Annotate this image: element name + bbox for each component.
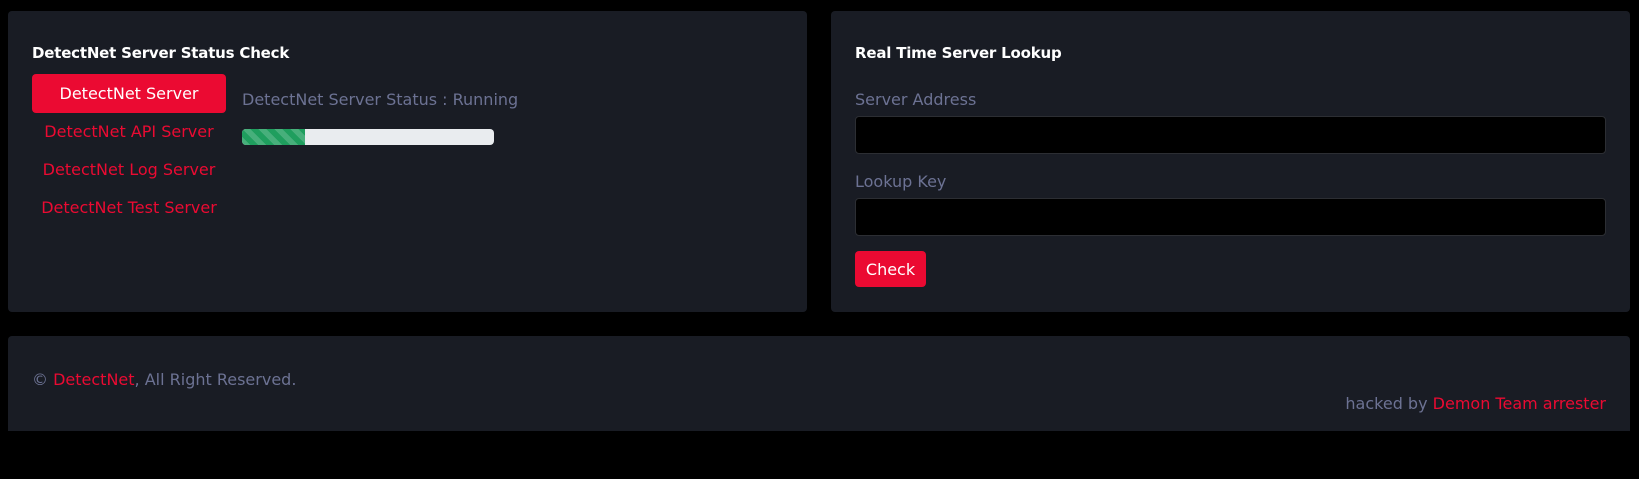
server-address-input[interactable] (855, 116, 1606, 154)
lookup-key-input[interactable] (855, 198, 1606, 236)
server-status-panel: DetectNet Server Status Check DetectNet … (8, 11, 807, 312)
rights-text: , All Right Reserved. (134, 370, 297, 389)
tab-detectnet-log-server[interactable]: DetectNet Log Server (32, 150, 226, 189)
tab-detectnet-api-server[interactable]: DetectNet API Server (32, 112, 226, 151)
server-address-label: Server Address (855, 90, 977, 109)
hacker-name-link[interactable]: Demon Team arrester (1433, 394, 1606, 413)
hacked-by-text: hacked by Demon Team arrester (1345, 394, 1606, 413)
tab-detectnet-server[interactable]: DetectNet Server (32, 74, 226, 113)
status-panel-title: DetectNet Server Status Check (32, 44, 290, 62)
tab-detectnet-test-server[interactable]: DetectNet Test Server (32, 188, 226, 227)
lookup-key-label: Lookup Key (855, 172, 947, 191)
status-progress-fill (242, 129, 305, 145)
check-button[interactable]: Check (855, 251, 926, 287)
server-status-text: DetectNet Server Status : Running (242, 90, 519, 109)
footer: © DetectNet, All Right Reserved. hacked … (8, 336, 1630, 431)
lookup-panel-title: Real Time Server Lookup (855, 44, 1062, 62)
server-lookup-panel: Real Time Server Lookup Server Address L… (831, 11, 1630, 312)
hacked-prefix: hacked by (1345, 394, 1428, 413)
copyright-text: © DetectNet, All Right Reserved. (32, 370, 296, 389)
copyright-symbol: © (32, 370, 48, 389)
brand-link[interactable]: DetectNet (53, 370, 134, 389)
status-progress-bar (242, 129, 494, 145)
